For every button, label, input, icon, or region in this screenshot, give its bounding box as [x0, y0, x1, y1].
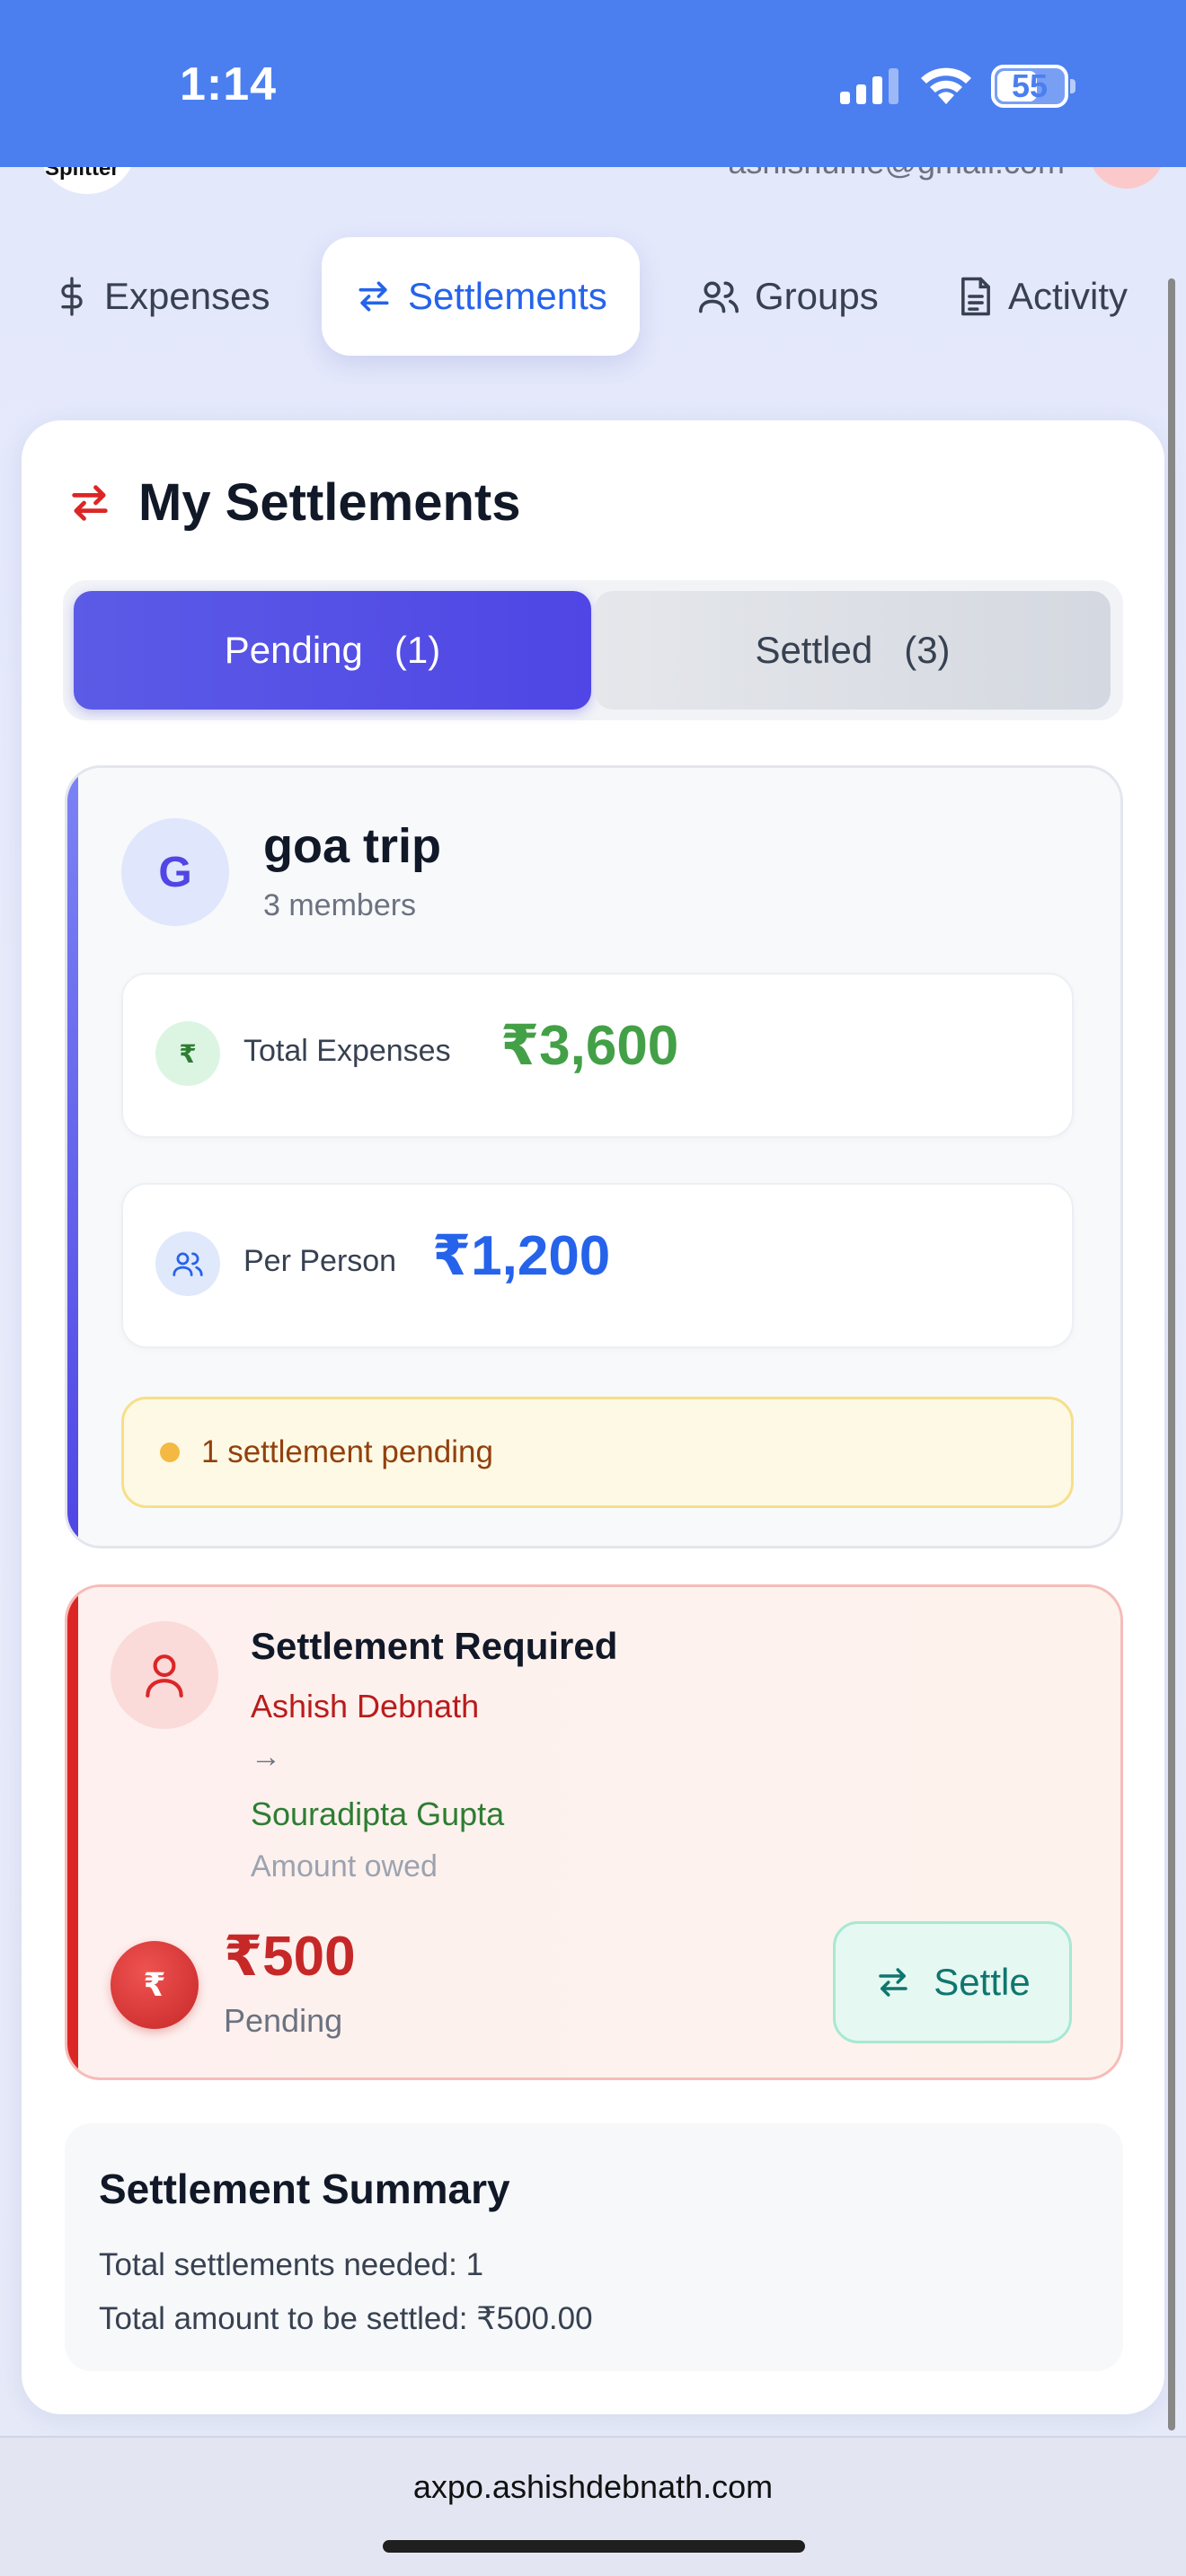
- status-bar: 1:14 55: [0, 0, 1186, 167]
- settle-button[interactable]: Settle: [833, 1921, 1072, 2043]
- arrow-right-icon: →: [251, 1740, 281, 1774]
- tab-groups[interactable]: Groups: [697, 237, 879, 356]
- user-icon: [111, 1621, 218, 1729]
- swap-arrows-icon: [354, 277, 394, 316]
- settlement-required-card: Settlement Required Ashish Debnath → Sou…: [65, 1584, 1123, 2080]
- settlement-to: Souradipta Gupta: [251, 1795, 505, 1832]
- settlement-accent-bar: [67, 1587, 78, 2078]
- tab-label: Expenses: [104, 275, 270, 317]
- total-expenses-label: Total Expenses: [243, 1034, 451, 1068]
- scrollbar[interactable]: [1168, 278, 1175, 2430]
- group-accent-bar: [67, 768, 78, 1546]
- main-tabs: Expenses Settlements Groups Activity: [0, 237, 1186, 356]
- pending-note: 1 settlement pending: [121, 1397, 1074, 1508]
- pending-dot-icon: [160, 1442, 180, 1462]
- settle-button-label: Settle: [934, 1961, 1031, 2003]
- settled-toggle-button[interactable]: Settled (3): [595, 591, 1111, 710]
- battery-level: 55: [1011, 67, 1049, 104]
- page-title: My Settlements: [66, 472, 520, 533]
- tab-label: Settlements: [408, 275, 607, 317]
- group-members: 3 members: [263, 888, 417, 922]
- settlement-amount: ₹500: [224, 1926, 356, 1988]
- document-icon: [958, 276, 994, 317]
- group-name: goa trip: [263, 819, 441, 873]
- summary-total-count: Total settlements needed: 1: [99, 2247, 484, 2282]
- users-icon: [697, 277, 740, 316]
- status-toggle: Pending (1) Settled (3): [63, 580, 1123, 720]
- page-title-text: My Settlements: [138, 473, 521, 532]
- tab-activity[interactable]: Activity: [958, 237, 1128, 356]
- status-time: 1:14: [180, 58, 278, 110]
- wifi-icon: [918, 65, 974, 106]
- browser-url-bar[interactable]: [0, 2436, 1186, 2576]
- per-person-value: ₹1,200: [432, 1225, 611, 1287]
- battery-icon: 55: [991, 65, 1075, 108]
- pending-toggle-button[interactable]: Pending (1): [74, 591, 591, 710]
- tab-settlements[interactable]: Settlements: [322, 237, 640, 356]
- per-person-label: Per Person: [243, 1244, 397, 1278]
- total-expenses-value: ₹3,600: [500, 1015, 679, 1077]
- dollar-icon: [54, 275, 90, 318]
- rupee-icon: ₹: [111, 1941, 199, 2029]
- swap-arrows-icon: [874, 1963, 912, 2001]
- pending-note-text: 1 settlement pending: [201, 1434, 493, 1469]
- users-icon: [155, 1231, 220, 1296]
- amount-owed-label: Amount owed: [251, 1849, 438, 1883]
- summary-total-amount: Total amount to be settled: ₹500.00: [99, 2301, 593, 2336]
- settlements-card: My Settlements Pending (1) Settled (3) G…: [22, 420, 1164, 2414]
- per-person-stat: Per Person ₹1,200: [121, 1183, 1074, 1348]
- settlement-summary: Settlement Summary Total settlements nee…: [65, 2123, 1123, 2371]
- summary-title: Settlement Summary: [99, 2166, 510, 2212]
- home-indicator[interactable]: [383, 2540, 805, 2553]
- rupee-icon: ₹: [155, 1021, 220, 1086]
- group-card[interactable]: G goa trip 3 members ₹ Total Expenses ₹3…: [65, 765, 1123, 1548]
- tab-label: Activity: [1008, 275, 1128, 317]
- settlement-status: Pending: [224, 2002, 343, 2039]
- total-expenses-stat: ₹ Total Expenses ₹3,600: [121, 973, 1074, 1138]
- swap-arrows-icon: [66, 480, 113, 526]
- browser-url[interactable]: axpo.ashishdebnath.com: [0, 2468, 1186, 2506]
- settlement-title: Settlement Required: [251, 1625, 618, 1667]
- settlement-from: Ashish Debnath: [251, 1688, 480, 1725]
- tab-expenses[interactable]: Expenses: [54, 237, 270, 356]
- group-avatar: G: [121, 818, 229, 926]
- signal-icon: [840, 68, 899, 104]
- tab-label: Groups: [755, 275, 879, 317]
